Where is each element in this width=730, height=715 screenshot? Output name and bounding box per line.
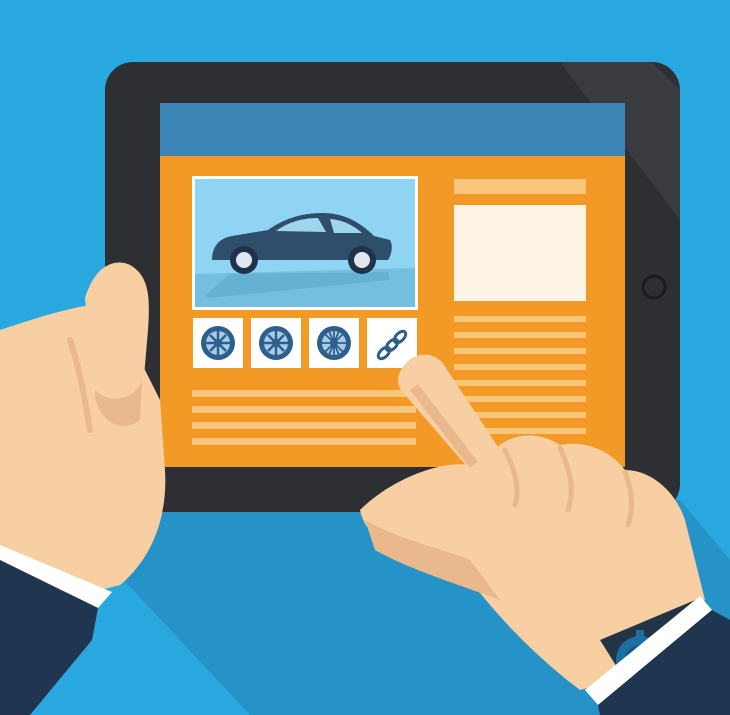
- right-title-bar: [454, 179, 586, 194]
- thumbnail-wheel-1[interactable]: [193, 318, 243, 368]
- illustration: [0, 0, 730, 715]
- screen-header: [160, 103, 625, 156]
- tablet: [105, 62, 680, 512]
- thumbnail-wheel-2[interactable]: [251, 318, 301, 368]
- wheel-icon: [259, 326, 293, 360]
- car-image-panel[interactable]: [192, 176, 418, 310]
- wheel-icon: [201, 326, 235, 360]
- wheel-icon: [317, 326, 351, 360]
- thumbnail-wheel-3[interactable]: [309, 318, 359, 368]
- right-image-box[interactable]: [454, 205, 586, 301]
- screen: [160, 103, 625, 467]
